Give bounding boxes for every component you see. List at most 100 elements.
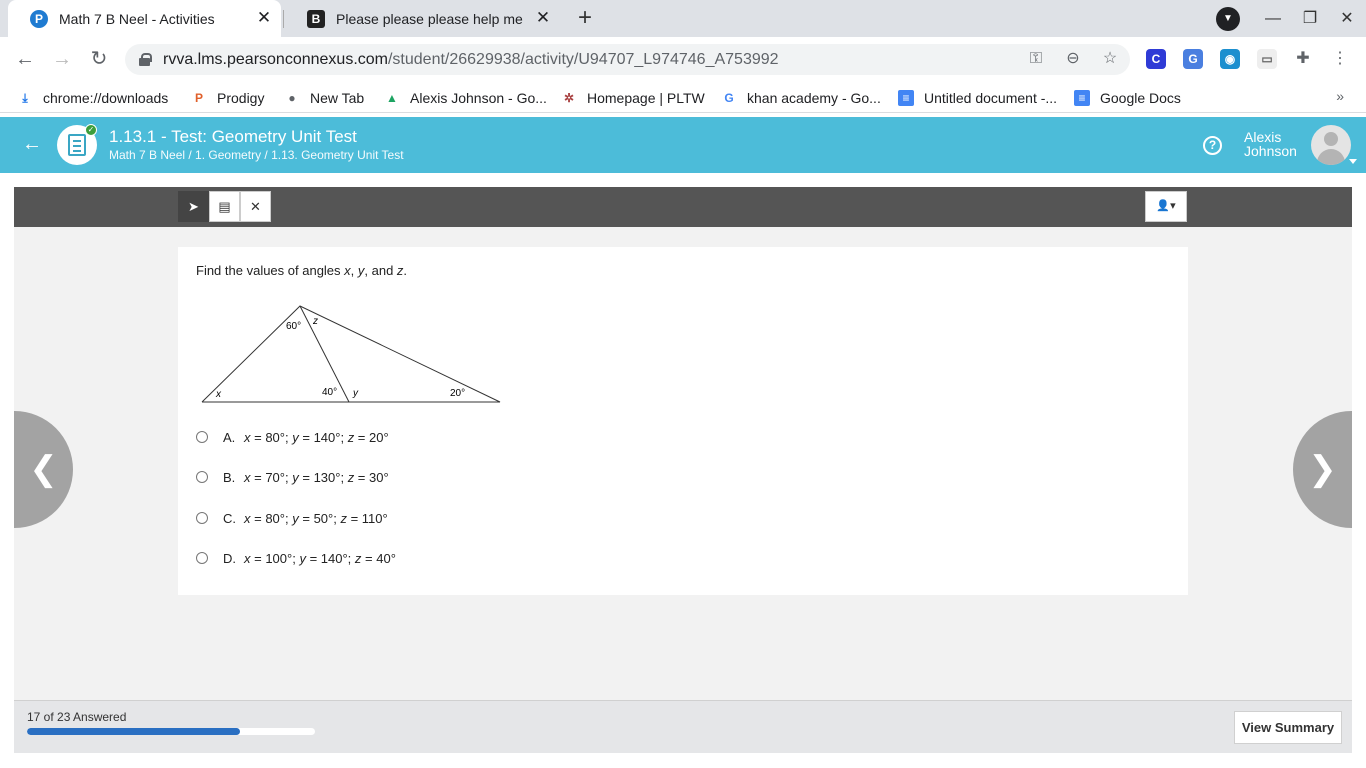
- menu-kebab-icon[interactable]: ⋮: [1330, 49, 1350, 69]
- bookmark-new-tab[interactable]: ● New Tab: [284, 88, 364, 108]
- bookmark-downloads[interactable]: ⤓ chrome://downloads: [17, 88, 168, 108]
- bookmark-label: Prodigy: [217, 90, 265, 106]
- lock-icon[interactable]: [139, 53, 152, 66]
- globe-icon: ●: [288, 91, 296, 105]
- answer-choice-c[interactable]: C. x = 80°; y = 50°; z = 110°: [196, 509, 388, 527]
- back-arrow-icon[interactable]: ←: [22, 134, 42, 154]
- window-close-icon[interactable]: ✕: [1336, 8, 1358, 30]
- brainly-favicon-icon: B: [307, 9, 325, 28]
- answer-choice-b[interactable]: B. x = 70°; y = 130°; z = 30°: [196, 468, 389, 486]
- user-last-name: Johnson: [1244, 143, 1297, 159]
- download-icon: ⤓: [22, 90, 28, 105]
- google-icon: G: [724, 91, 734, 105]
- angle-label-mid: 40°: [322, 387, 337, 398]
- tab-title: Math 7 B Neel - Activities: [59, 10, 215, 27]
- pointer-tool-button[interactable]: ➤: [178, 191, 209, 222]
- choice-letter: A.: [223, 429, 236, 445]
- close-tab-icon[interactable]: ✕: [534, 9, 552, 27]
- new-tab-plus-icon[interactable]: +: [572, 6, 598, 32]
- bookmarks-bar: ⤓ chrome://downloads P Prodigy ● New Tab…: [0, 82, 1366, 113]
- docs-icon: ≡: [1074, 90, 1090, 106]
- eliminate-tool-button[interactable]: ✕: [240, 191, 271, 222]
- notes-tool-button[interactable]: ▤: [209, 191, 240, 222]
- activity-checklist-icon: ✓: [57, 124, 97, 165]
- choice-letter: C.: [223, 510, 236, 526]
- choice-text: x = 70°; y = 130°; z = 30°: [244, 469, 389, 485]
- radio-button[interactable]: [196, 471, 208, 483]
- radio-button[interactable]: [196, 431, 208, 443]
- back-arrow-icon[interactable]: ←: [13, 47, 37, 71]
- progress-footer: [14, 700, 1352, 753]
- restore-icon[interactable]: ❐: [1299, 8, 1321, 30]
- browser-toolbar: ← → ↻ rvva.lms.pearsonconnexus.com/stude…: [0, 37, 1366, 82]
- forward-arrow-icon[interactable]: →: [50, 47, 74, 71]
- address-bar[interactable]: rvva.lms.pearsonconnexus.com/student/266…: [125, 44, 1130, 75]
- extension-c-icon[interactable]: C: [1146, 49, 1166, 69]
- bookmark-khan[interactable]: G khan academy - Go...: [721, 88, 881, 108]
- tab-strip: P Math 7 B Neel - Activities ✕ B Please …: [0, 0, 1366, 37]
- close-tab-icon[interactable]: ✕: [255, 9, 273, 27]
- help-icon[interactable]: ?: [1203, 136, 1222, 155]
- tab-title: Please please please help me - B: [336, 10, 526, 27]
- bookmark-label: chrome://downloads: [43, 90, 169, 106]
- choice-text: x = 80°; y = 140°; z = 20°: [244, 429, 389, 445]
- extensions-puzzle-icon[interactable]: ✚: [1293, 49, 1313, 69]
- drive-icon: ▲: [386, 91, 398, 105]
- page-title: 1.13.1 - Test: Geometry Unit Test: [109, 127, 357, 146]
- tab-brainly-question[interactable]: B Please please please help me - B ✕: [285, 0, 560, 37]
- choice-text: x = 80°; y = 50°; z = 110°: [244, 510, 388, 526]
- bookmark-label: Google Docs: [1100, 90, 1181, 106]
- chevron-down-icon[interactable]: [1349, 159, 1357, 164]
- pltw-icon: ✲: [563, 91, 575, 105]
- radio-button[interactable]: [196, 552, 208, 564]
- zoom-icon[interactable]: ⊖: [1063, 49, 1083, 69]
- answered-count: 17 of 23 Answered: [27, 710, 127, 724]
- user-name[interactable]: Alexis Johnson: [1244, 130, 1297, 158]
- question-prompt: Find the values of angles x, y, and z.: [196, 263, 408, 278]
- reload-icon[interactable]: ↻: [87, 47, 111, 71]
- bookmark-drive[interactable]: ▲ Alexis Johnson - Go...: [384, 88, 547, 108]
- bookmark-google-docs[interactable]: ≡ Google Docs: [1074, 88, 1181, 108]
- bookmark-label: Alexis Johnson - Go...: [410, 90, 547, 106]
- chevron-right-icon: ❯: [1308, 450, 1337, 488]
- answer-choice-d[interactable]: D. x = 100°; y = 140°; z = 40°: [196, 549, 396, 567]
- url-host: rvva.lms.pearsonconnexus.com: [163, 50, 388, 68]
- bookmark-prodigy[interactable]: P Prodigy: [191, 88, 264, 108]
- choice-letter: D.: [223, 550, 236, 566]
- bookmark-label: Untitled document -...: [924, 90, 1058, 106]
- complete-check-icon: ✓: [85, 124, 97, 136]
- angle-label-y: y: [352, 388, 359, 399]
- choice-letter: B.: [223, 469, 236, 485]
- breadcrumb: Math 7 B Neel / 1. Geometry / 1.13. Geom…: [109, 148, 404, 162]
- accessibility-menu-button[interactable]: 👤▾: [1145, 191, 1187, 222]
- answer-choice-a[interactable]: A. x = 80°; y = 140°; z = 20°: [196, 428, 389, 446]
- tab-math-activities[interactable]: P Math 7 B Neel - Activities ✕: [8, 0, 281, 37]
- url-path: /student/26629938/activity/U94707_L97474…: [387, 50, 779, 68]
- radio-button[interactable]: [196, 512, 208, 524]
- pearson-favicon-icon: P: [30, 9, 48, 28]
- bookmarks-overflow-button[interactable]: »: [1336, 88, 1344, 104]
- translate-extension-icon[interactable]: G: [1183, 49, 1203, 69]
- extension-globe-icon[interactable]: ◉: [1220, 49, 1240, 69]
- bookmark-pltw[interactable]: ✲ Homepage | PLTW: [561, 88, 705, 108]
- bookmark-label: New Tab: [310, 90, 365, 106]
- prodigy-icon: P: [194, 91, 203, 105]
- key-icon[interactable]: ⚿: [1026, 49, 1046, 69]
- bookmark-star-icon[interactable]: ☆: [1100, 49, 1120, 69]
- choice-text: x = 100°; y = 140°; z = 40°: [244, 550, 396, 566]
- tab-divider: [283, 10, 284, 28]
- tab-search-icon[interactable]: ▼: [1216, 7, 1240, 31]
- avatar[interactable]: [1311, 125, 1351, 165]
- bookmark-untitled-doc[interactable]: ≡ Untitled document -...: [898, 88, 1057, 108]
- view-summary-button[interactable]: View Summary: [1234, 711, 1342, 744]
- user-first-name: Alexis: [1244, 129, 1282, 145]
- angle-label-x: x: [215, 389, 222, 400]
- minimize-icon[interactable]: —: [1262, 8, 1284, 30]
- chevron-left-icon: ❮: [29, 450, 58, 488]
- docs-icon: ≡: [898, 90, 914, 106]
- angle-label-z: z: [312, 316, 318, 327]
- progress-bar: [27, 728, 315, 735]
- progress-fill: [27, 728, 240, 735]
- lms-header: ← ✓ 1.13.1 - Test: Geometry Unit Test Ma…: [0, 117, 1366, 173]
- cast-extension-icon[interactable]: ▭: [1257, 49, 1277, 69]
